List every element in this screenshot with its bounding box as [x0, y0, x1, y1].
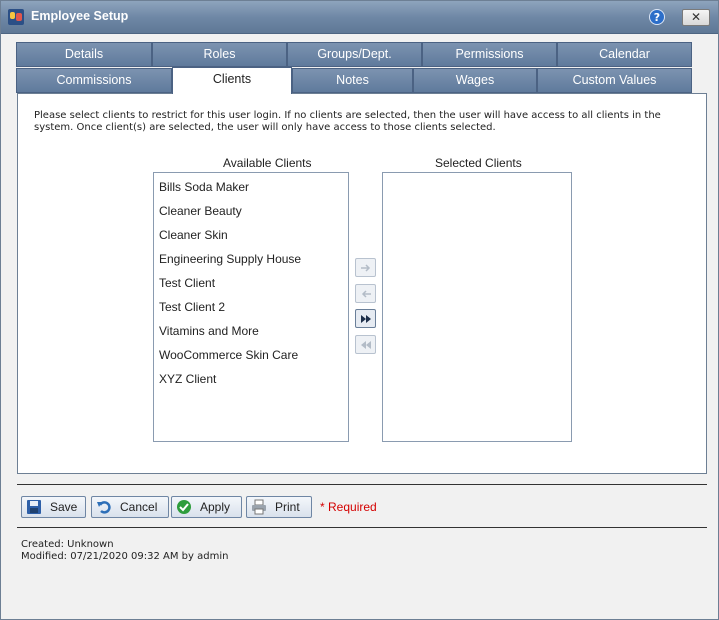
move-right-button[interactable] — [355, 258, 376, 277]
save-button[interactable]: Save — [21, 496, 86, 518]
print-label: Print — [275, 500, 300, 514]
double-arrow-left-icon — [360, 340, 371, 349]
move-all-right-button[interactable] — [355, 309, 376, 328]
clients-panel: Please select clients to restrict for th… — [17, 93, 707, 474]
available-clients-list[interactable]: Bills Soda Maker Cleaner Beauty Cleaner … — [153, 172, 349, 442]
list-item[interactable]: WooCommerce Skin Care — [159, 348, 298, 362]
list-item[interactable]: Cleaner Skin — [159, 228, 228, 242]
employee-icon — [8, 9, 24, 25]
list-item[interactable]: Engineering Supply House — [159, 252, 301, 266]
selected-clients-header: Selected Clients — [435, 156, 522, 170]
instructions-text: Please select clients to restrict for th… — [34, 110, 661, 133]
list-item[interactable]: Cleaner Beauty — [159, 204, 242, 218]
cancel-label: Cancel — [120, 500, 158, 514]
save-label: Save — [50, 500, 78, 514]
tab-custom-values[interactable]: Custom Values — [537, 68, 692, 93]
list-item[interactable]: XYZ Client — [159, 372, 216, 386]
list-item[interactable]: Test Client — [159, 276, 215, 290]
tab-clients[interactable]: Clients — [172, 67, 292, 94]
help-icon[interactable]: ? — [649, 9, 665, 25]
apply-button[interactable]: Apply — [171, 496, 242, 518]
employee-setup-window: Employee Setup ? ✕ Details Roles Groups/… — [0, 0, 719, 620]
move-left-button[interactable] — [355, 284, 376, 303]
tab-notes[interactable]: Notes — [292, 68, 413, 93]
tab-commissions[interactable]: Commissions — [16, 68, 172, 93]
printer-icon — [251, 499, 267, 515]
available-clients-header: Available Clients — [223, 156, 312, 170]
divider — [17, 484, 707, 485]
arrow-left-icon — [361, 289, 371, 298]
close-icon[interactable]: ✕ — [682, 9, 710, 26]
apply-label: Apply — [200, 500, 231, 514]
modified-info: Modified: 07/21/2020 09:32 AM by admin — [21, 551, 229, 562]
double-arrow-right-icon — [360, 314, 371, 323]
checkmark-icon — [176, 499, 192, 515]
undo-icon — [96, 499, 112, 515]
tab-details[interactable]: Details — [16, 42, 152, 67]
tab-wages[interactable]: Wages — [413, 68, 537, 93]
title-bar: Employee Setup ? ✕ — [1, 1, 718, 34]
list-item[interactable]: Test Client 2 — [159, 300, 225, 314]
move-all-left-button[interactable] — [355, 335, 376, 354]
window-title: Employee Setup — [31, 9, 129, 23]
created-info: Created: Unknown — [21, 539, 114, 550]
print-button[interactable]: Print — [246, 496, 312, 518]
list-item[interactable]: Vitamins and More — [159, 324, 259, 338]
required-note: * Required — [320, 500, 377, 514]
tab-calendar[interactable]: Calendar — [557, 42, 692, 67]
floppy-disk-icon — [26, 499, 42, 515]
list-item[interactable]: Bills Soda Maker — [159, 180, 249, 194]
tab-groups-dept[interactable]: Groups/Dept. — [287, 42, 422, 67]
divider — [17, 527, 707, 528]
tab-roles[interactable]: Roles — [152, 42, 287, 67]
cancel-button[interactable]: Cancel — [91, 496, 169, 518]
arrow-right-icon — [360, 263, 370, 272]
selected-clients-list[interactable] — [382, 172, 572, 442]
tab-permissions[interactable]: Permissions — [422, 42, 557, 67]
